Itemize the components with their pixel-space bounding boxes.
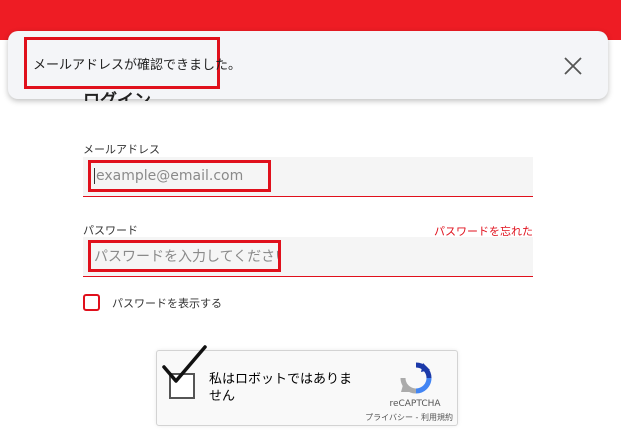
email-label: メールアドレス [83, 143, 160, 156]
show-password-checkbox[interactable] [83, 294, 100, 311]
recaptcha-widget: 私はロボットではありません reCAPTCHA プライバシー - 利用規約 [156, 345, 458, 426]
show-password-toggle[interactable]: パスワードを表示する [83, 294, 222, 311]
text-caret [94, 168, 95, 184]
password-field[interactable]: パスワードを入力してください [83, 237, 533, 277]
password-placeholder: パスワードを入力してください [94, 249, 281, 265]
show-password-label: パスワードを表示する [112, 296, 222, 310]
email-field[interactable]: example@email.com [83, 157, 533, 197]
terms-link[interactable]: 利用規約 [421, 413, 453, 422]
page-title: ログイン [83, 91, 151, 101]
email-input-highlight[interactable]: example@email.com [88, 160, 271, 192]
email-placeholder: example@email.com [96, 168, 244, 184]
password-label: パスワード [83, 224, 138, 237]
checkmark-icon [162, 345, 207, 383]
privacy-link[interactable]: プライバシー [365, 413, 413, 422]
recaptcha-brand: reCAPTCHA [389, 399, 441, 409]
recaptcha-label: 私はロボットではありません [209, 372, 353, 404]
toast-message: メールアドレスが確認できました。 [24, 37, 241, 89]
recaptcha-links: プライバシー - 利用規約 [353, 412, 453, 423]
close-icon[interactable] [562, 55, 584, 77]
links-separator: - [413, 413, 421, 422]
password-input-highlight[interactable]: パスワードを入力してください [88, 240, 281, 272]
recaptcha-logo-icon [400, 362, 432, 394]
